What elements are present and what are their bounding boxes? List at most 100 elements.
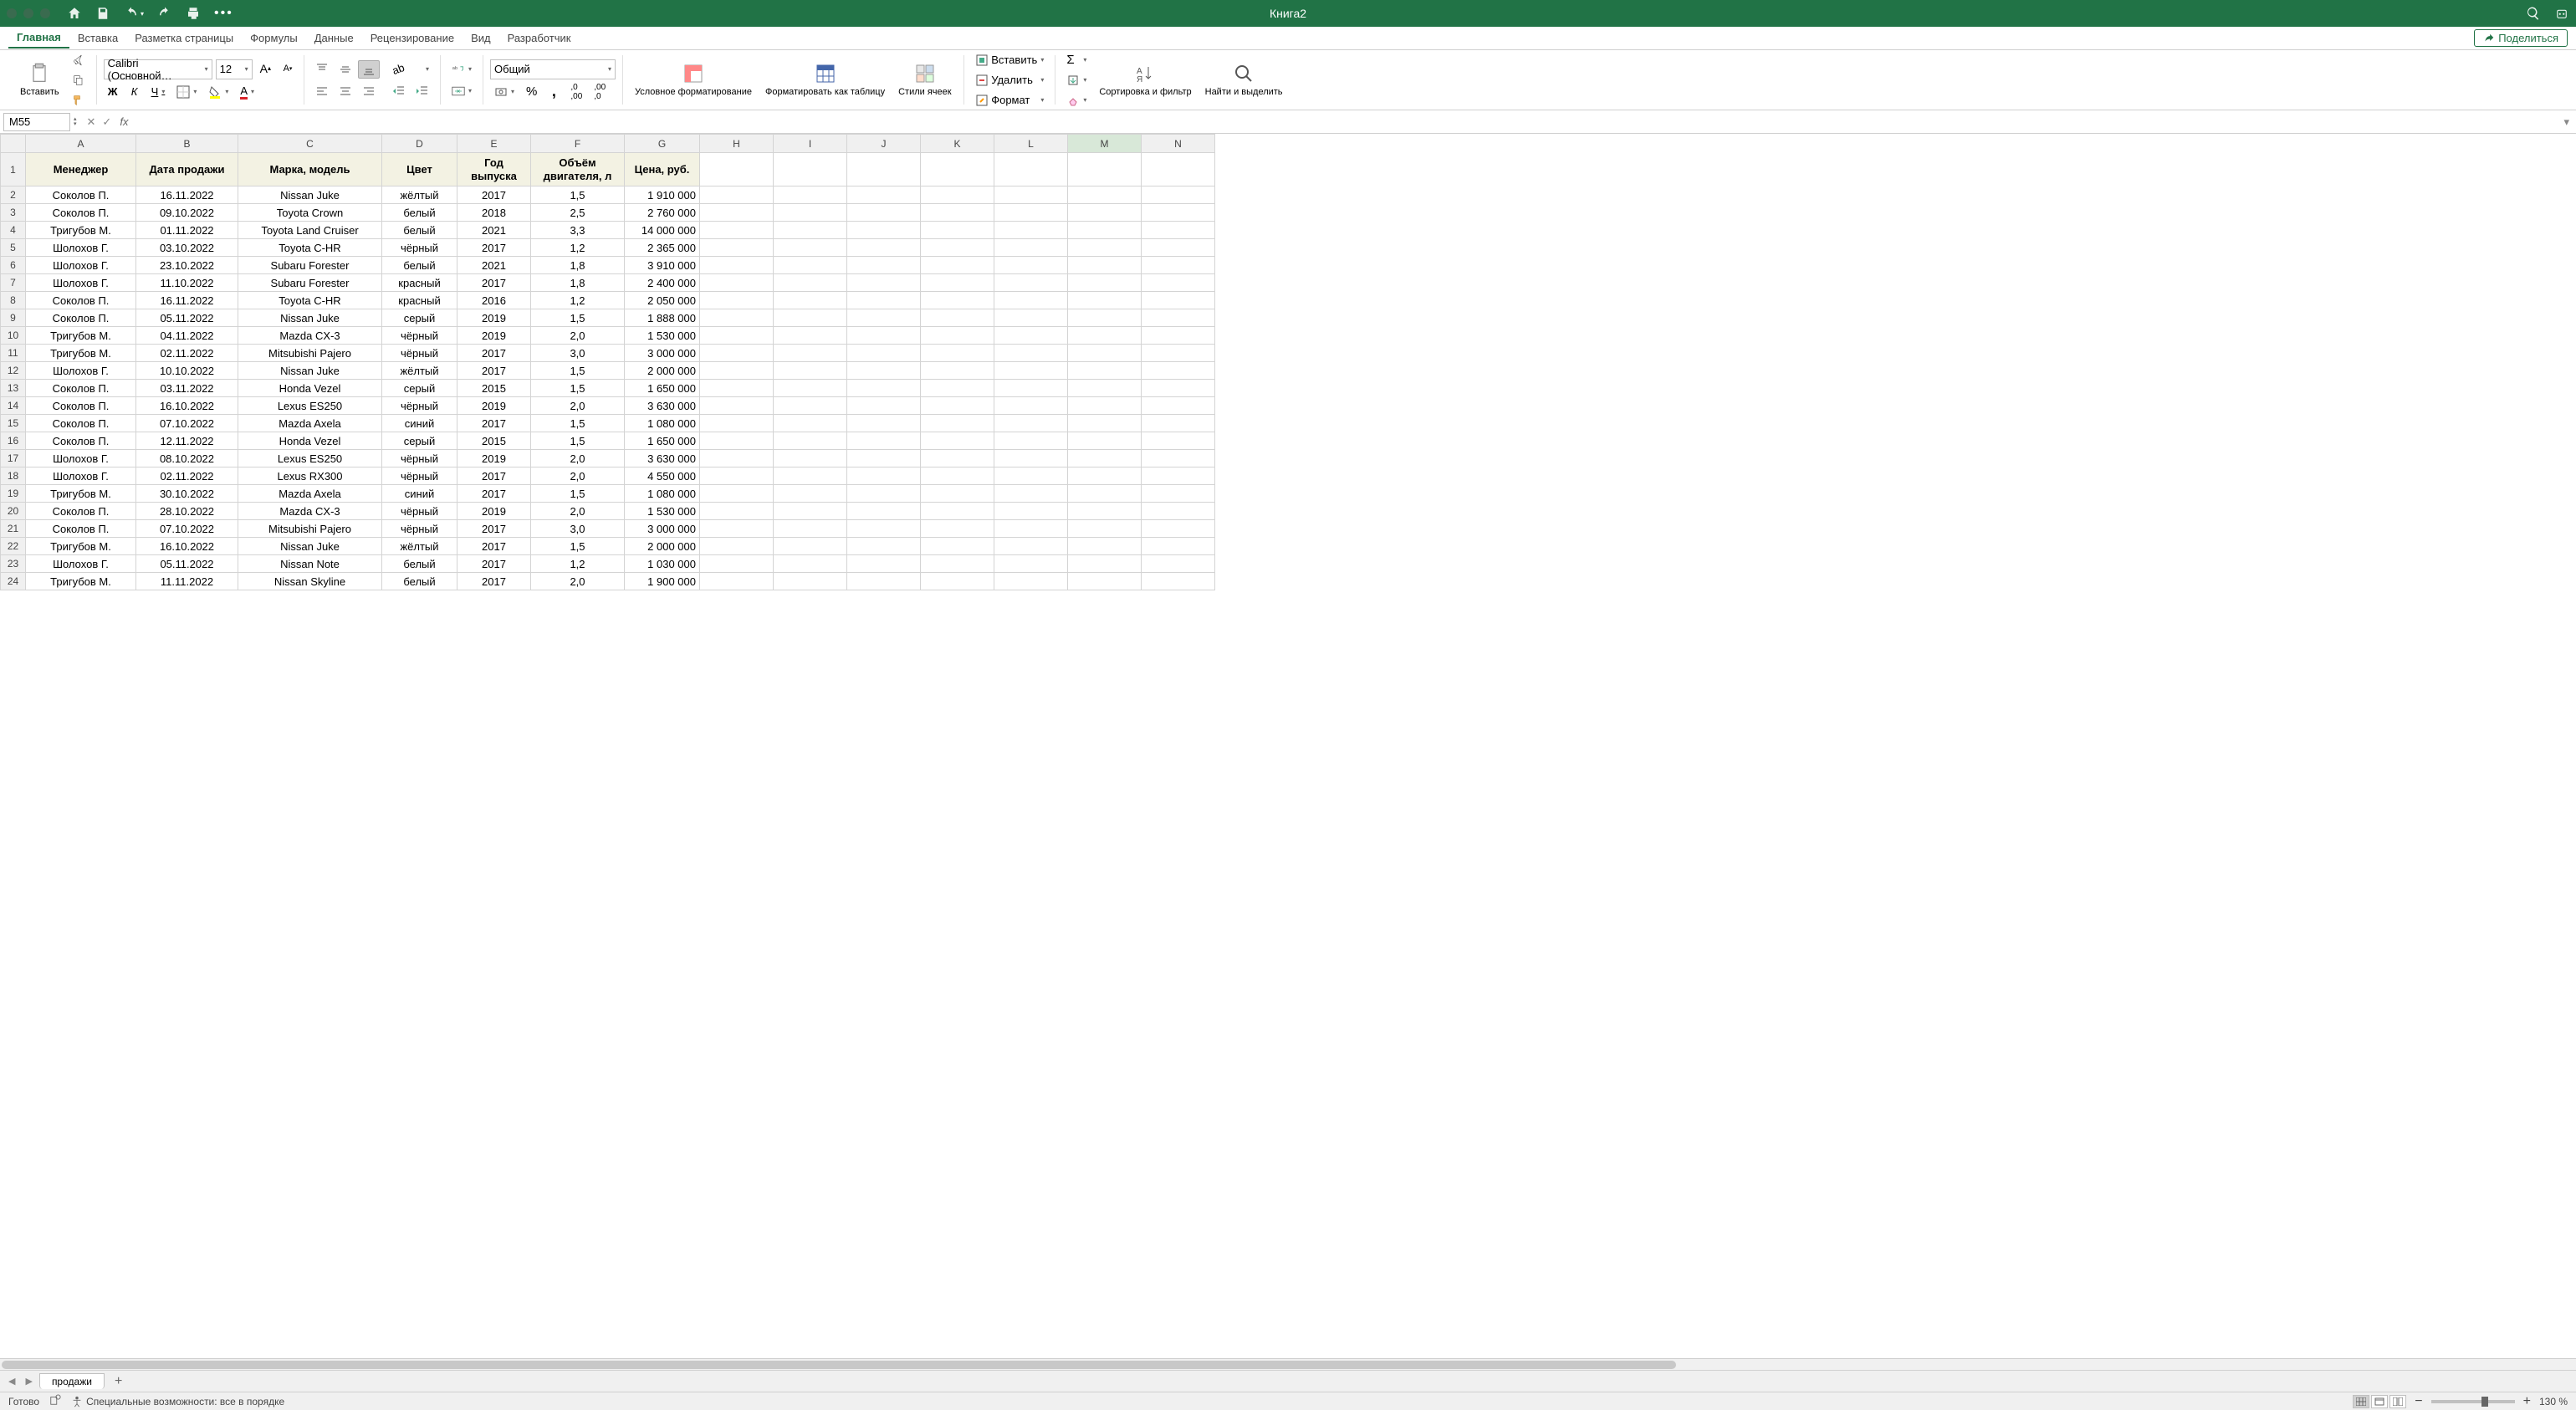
cell-H8[interactable] xyxy=(700,292,774,309)
font-color-button[interactable]: А▾ xyxy=(236,83,258,101)
cell-N15[interactable] xyxy=(1142,415,1215,432)
cell-H23[interactable] xyxy=(700,555,774,573)
cell-C18[interactable]: Lexus RX300 xyxy=(238,467,382,485)
cell-F5[interactable]: 1,2 xyxy=(531,239,625,257)
cell-E21[interactable]: 2017 xyxy=(457,520,531,538)
cell-K8[interactable] xyxy=(921,292,994,309)
row-header-3[interactable]: 3 xyxy=(1,204,26,222)
ribbon-tab-2[interactable]: Разметка страницы xyxy=(126,28,242,48)
cell-L9[interactable] xyxy=(994,309,1068,327)
cell-J3[interactable] xyxy=(847,204,921,222)
cell-F19[interactable]: 1,5 xyxy=(531,485,625,503)
cell-D9[interactable]: серый xyxy=(382,309,457,327)
cell-N23[interactable] xyxy=(1142,555,1215,573)
cell-N5[interactable] xyxy=(1142,239,1215,257)
cell-A19[interactable]: Тригубов М. xyxy=(26,485,136,503)
cell-I1[interactable] xyxy=(774,153,847,186)
cell-G7[interactable]: 2 400 000 xyxy=(625,274,700,292)
cell-M10[interactable] xyxy=(1068,327,1142,345)
save-icon[interactable] xyxy=(95,6,110,21)
cell-A3[interactable]: Соколов П. xyxy=(26,204,136,222)
cell-K12[interactable] xyxy=(921,362,994,380)
cell-H7[interactable] xyxy=(700,274,774,292)
ribbon-tab-3[interactable]: Формулы xyxy=(242,28,306,48)
bold-button[interactable]: Ж xyxy=(104,83,122,101)
cell-M11[interactable] xyxy=(1068,345,1142,362)
cell-L16[interactable] xyxy=(994,432,1068,450)
font-size-combo[interactable]: 12▾ xyxy=(216,59,253,79)
cell-E16[interactable]: 2015 xyxy=(457,432,531,450)
cell-L19[interactable] xyxy=(994,485,1068,503)
cell-N6[interactable] xyxy=(1142,257,1215,274)
cell-G21[interactable]: 3 000 000 xyxy=(625,520,700,538)
cell-H14[interactable] xyxy=(700,397,774,415)
cell-H17[interactable] xyxy=(700,450,774,467)
cell-G24[interactable]: 1 900 000 xyxy=(625,573,700,590)
zoom-dot[interactable] xyxy=(40,8,50,18)
cell-H4[interactable] xyxy=(700,222,774,239)
cell-D15[interactable]: синий xyxy=(382,415,457,432)
cell-I16[interactable] xyxy=(774,432,847,450)
cell-B1[interactable]: Дата продажи xyxy=(136,153,238,186)
cell-N16[interactable] xyxy=(1142,432,1215,450)
cell-N24[interactable] xyxy=(1142,573,1215,590)
row-header-17[interactable]: 17 xyxy=(1,450,26,467)
cut-button[interactable] xyxy=(68,51,89,69)
cell-H24[interactable] xyxy=(700,573,774,590)
cell-M19[interactable] xyxy=(1068,485,1142,503)
cell-E7[interactable]: 2017 xyxy=(457,274,531,292)
cell-I3[interactable] xyxy=(774,204,847,222)
col-header-J[interactable]: J xyxy=(847,135,921,153)
align-center-button[interactable] xyxy=(335,82,356,100)
cell-D11[interactable]: чёрный xyxy=(382,345,457,362)
align-right-button[interactable] xyxy=(358,82,380,100)
cell-G12[interactable]: 2 000 000 xyxy=(625,362,700,380)
cell-B23[interactable]: 05.11.2022 xyxy=(136,555,238,573)
cell-B19[interactable]: 30.10.2022 xyxy=(136,485,238,503)
comma-button[interactable]: , xyxy=(544,83,563,101)
cell-D6[interactable]: белый xyxy=(382,257,457,274)
cell-M1[interactable] xyxy=(1068,153,1142,186)
cell-I14[interactable] xyxy=(774,397,847,415)
cell-A8[interactable]: Соколов П. xyxy=(26,292,136,309)
cell-A4[interactable]: Тригубов М. xyxy=(26,222,136,239)
cell-C11[interactable]: Mitsubishi Pajero xyxy=(238,345,382,362)
cell-H22[interactable] xyxy=(700,538,774,555)
align-top-button[interactable] xyxy=(311,60,333,79)
cell-M4[interactable] xyxy=(1068,222,1142,239)
cell-G8[interactable]: 2 050 000 xyxy=(625,292,700,309)
cell-B9[interactable]: 05.11.2022 xyxy=(136,309,238,327)
cell-H5[interactable] xyxy=(700,239,774,257)
conditional-format-button[interactable]: Условное форматирование xyxy=(630,60,757,100)
cell-L1[interactable] xyxy=(994,153,1068,186)
cell-L2[interactable] xyxy=(994,186,1068,204)
cell-A16[interactable]: Соколов П. xyxy=(26,432,136,450)
cell-F8[interactable]: 1,2 xyxy=(531,292,625,309)
row-header-7[interactable]: 7 xyxy=(1,274,26,292)
cell-L24[interactable] xyxy=(994,573,1068,590)
insert-cells-button[interactable]: Вставить▾ xyxy=(971,51,1049,69)
cell-M24[interactable] xyxy=(1068,573,1142,590)
cell-F15[interactable]: 1,5 xyxy=(531,415,625,432)
cell-I19[interactable] xyxy=(774,485,847,503)
cell-C15[interactable]: Mazda Axela xyxy=(238,415,382,432)
cell-C17[interactable]: Lexus ES250 xyxy=(238,450,382,467)
cell-N11[interactable] xyxy=(1142,345,1215,362)
cell-E8[interactable]: 2016 xyxy=(457,292,531,309)
cell-D12[interactable]: жёлтый xyxy=(382,362,457,380)
wrap-text-button[interactable]: ab▾ xyxy=(447,60,476,79)
cell-C6[interactable]: Subaru Forester xyxy=(238,257,382,274)
row-header-23[interactable]: 23 xyxy=(1,555,26,573)
cell-C7[interactable]: Subaru Forester xyxy=(238,274,382,292)
cell-D10[interactable]: чёрный xyxy=(382,327,457,345)
cell-D4[interactable]: белый xyxy=(382,222,457,239)
cell-B20[interactable]: 28.10.2022 xyxy=(136,503,238,520)
cell-K17[interactable] xyxy=(921,450,994,467)
cell-A20[interactable]: Соколов П. xyxy=(26,503,136,520)
ribbon-tab-5[interactable]: Рецензирование xyxy=(362,28,463,48)
cell-D19[interactable]: синий xyxy=(382,485,457,503)
cell-D24[interactable]: белый xyxy=(382,573,457,590)
more-icon[interactable]: ••• xyxy=(214,6,233,21)
enter-formula-icon[interactable]: ✓ xyxy=(102,115,111,129)
cell-A23[interactable]: Шолохов Г. xyxy=(26,555,136,573)
